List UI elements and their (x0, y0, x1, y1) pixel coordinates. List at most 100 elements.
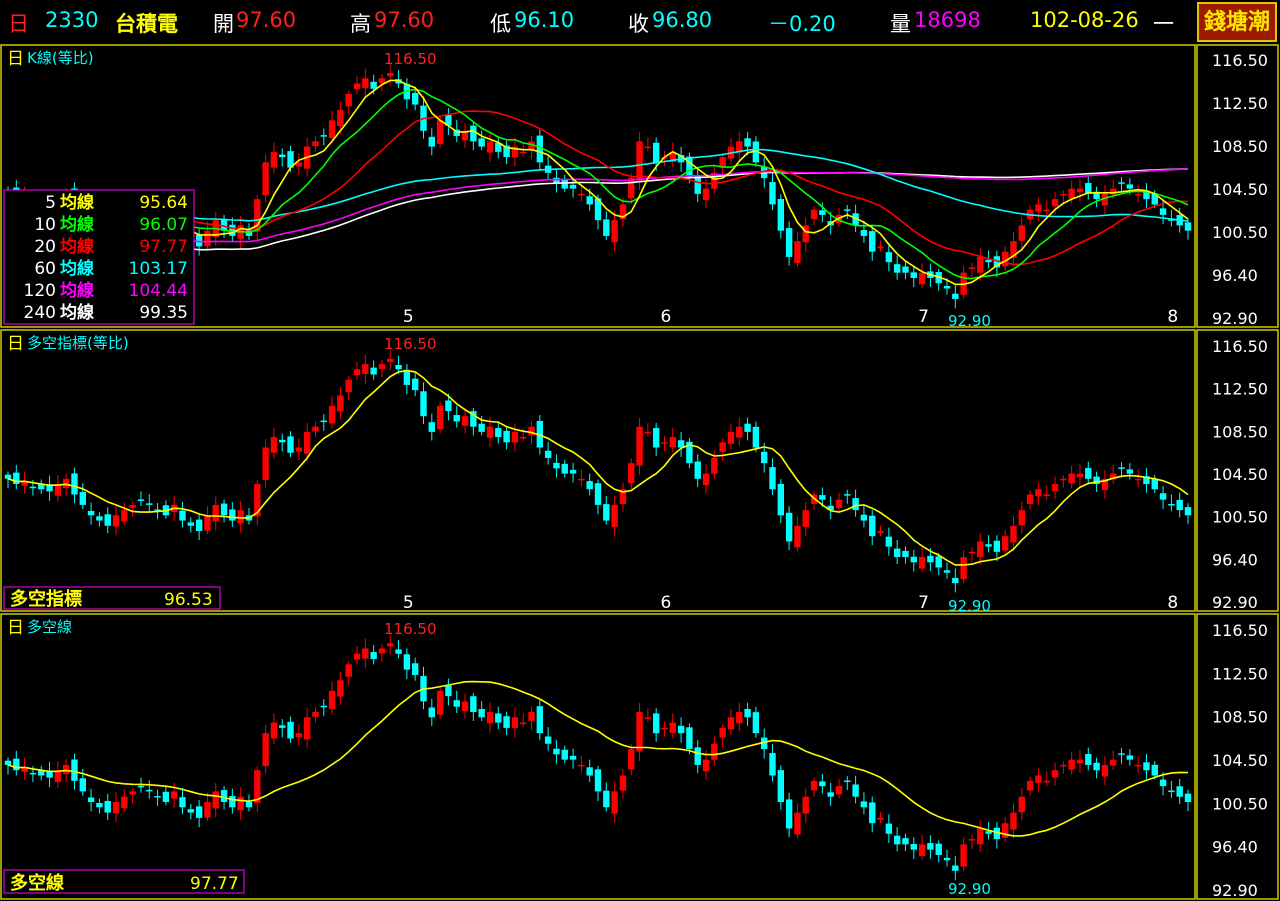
candle-body (1151, 764, 1158, 776)
candle-body (204, 515, 211, 531)
candle-body (810, 209, 818, 220)
candle-body (777, 199, 785, 231)
candle-body (927, 843, 934, 850)
line-panel[interactable] (4, 634, 1192, 881)
candle-body (1168, 790, 1175, 792)
candle-body (644, 717, 652, 719)
candle-body (1151, 478, 1158, 490)
candle-body (902, 838, 909, 845)
candle-body (1126, 755, 1134, 760)
candle-body (345, 94, 352, 107)
candle-body (1176, 786, 1183, 797)
candle-body (977, 828, 984, 845)
candle-body (295, 733, 303, 738)
candle-body (328, 690, 336, 709)
candle-body (1184, 222, 1192, 231)
open-label: 開 (213, 12, 234, 36)
candle-body (943, 286, 951, 289)
candle-body (13, 472, 20, 485)
candle-body (752, 712, 760, 734)
candle-body (520, 151, 527, 154)
candle-body (694, 176, 701, 194)
candle-body (303, 431, 311, 454)
candle-body (603, 219, 610, 236)
candle-body (869, 802, 876, 824)
candle-body (29, 486, 37, 489)
candle-body (453, 700, 460, 707)
y-tick-label: 108.50 (1212, 708, 1268, 727)
high-marker-1: 116.50 (384, 335, 437, 353)
candle-body (1043, 209, 1050, 212)
candle-body (1051, 199, 1059, 207)
candle-body (819, 495, 826, 500)
candle-body (860, 230, 868, 236)
candle-body (702, 759, 710, 772)
candle-body (1018, 225, 1026, 241)
candle-body (520, 437, 527, 439)
candle-body (96, 516, 103, 521)
ma-legend-label: 均線 (60, 236, 94, 257)
candle-body (328, 120, 336, 139)
candle-body (212, 791, 219, 809)
brand-logo[interactable]: 錢塘潮 (1197, 2, 1277, 42)
candle-body (993, 540, 1001, 552)
indicator-panel[interactable] (4, 350, 1192, 593)
candle-body (179, 797, 186, 808)
candle-body (736, 426, 743, 438)
candle-body (719, 727, 726, 738)
candle-body (819, 781, 826, 787)
candle-body (603, 504, 610, 521)
candle-body (1143, 762, 1150, 771)
candle-body (810, 780, 818, 791)
candle-body (1035, 489, 1042, 497)
candle-body (470, 696, 477, 712)
candle-body (835, 786, 843, 795)
candle-body (553, 748, 560, 755)
candle-body (702, 188, 710, 201)
candle-body (237, 796, 244, 811)
candle-body (312, 141, 319, 147)
chart-area[interactable]: 116.50 112.50 108.50 104.50 100.50 96.40 92.90… (0, 44, 1280, 901)
candle-body (561, 463, 568, 474)
candle-body (611, 791, 618, 814)
candle-body (287, 436, 294, 453)
candle-body (727, 717, 735, 730)
candle-body (644, 431, 652, 434)
candle-body (146, 789, 153, 792)
candle-body (628, 178, 635, 199)
candle-body (1035, 204, 1042, 212)
candle-body (1093, 762, 1100, 771)
candle-body (320, 705, 327, 708)
candle-body (636, 426, 643, 466)
candle-body (461, 701, 469, 712)
y-tick-label: 92.90 (1212, 309, 1258, 328)
low-value: 96.10 (514, 8, 575, 32)
candle-body (270, 437, 278, 453)
y-tick-label: 112.50 (1212, 94, 1268, 113)
candle-body (29, 772, 37, 775)
candle-body (885, 536, 893, 547)
candle-body (652, 713, 660, 734)
candle-body (428, 707, 436, 718)
candle-body (112, 515, 120, 527)
month-tick-label: 6 (661, 307, 672, 327)
candle-body (586, 196, 593, 205)
candle-body (71, 473, 78, 495)
candle-body (320, 420, 327, 423)
high-label: 高 (350, 12, 371, 36)
candle-body (835, 499, 843, 508)
candle-body (312, 426, 319, 432)
high-marker-0: 116.50 (384, 50, 437, 68)
candle-body (578, 764, 585, 767)
candle-body (544, 736, 552, 744)
candle-body (395, 364, 402, 370)
candle-body (370, 81, 377, 89)
line-value-box: 多空線 97.77 (3, 869, 245, 894)
candle-body (1060, 764, 1067, 767)
candle-body (960, 844, 967, 867)
candle-body (112, 802, 120, 814)
ma-legend-value: 103.17 (129, 259, 188, 279)
candle-body (403, 654, 411, 670)
candle-body (395, 649, 402, 654)
candle-body (1018, 796, 1026, 813)
